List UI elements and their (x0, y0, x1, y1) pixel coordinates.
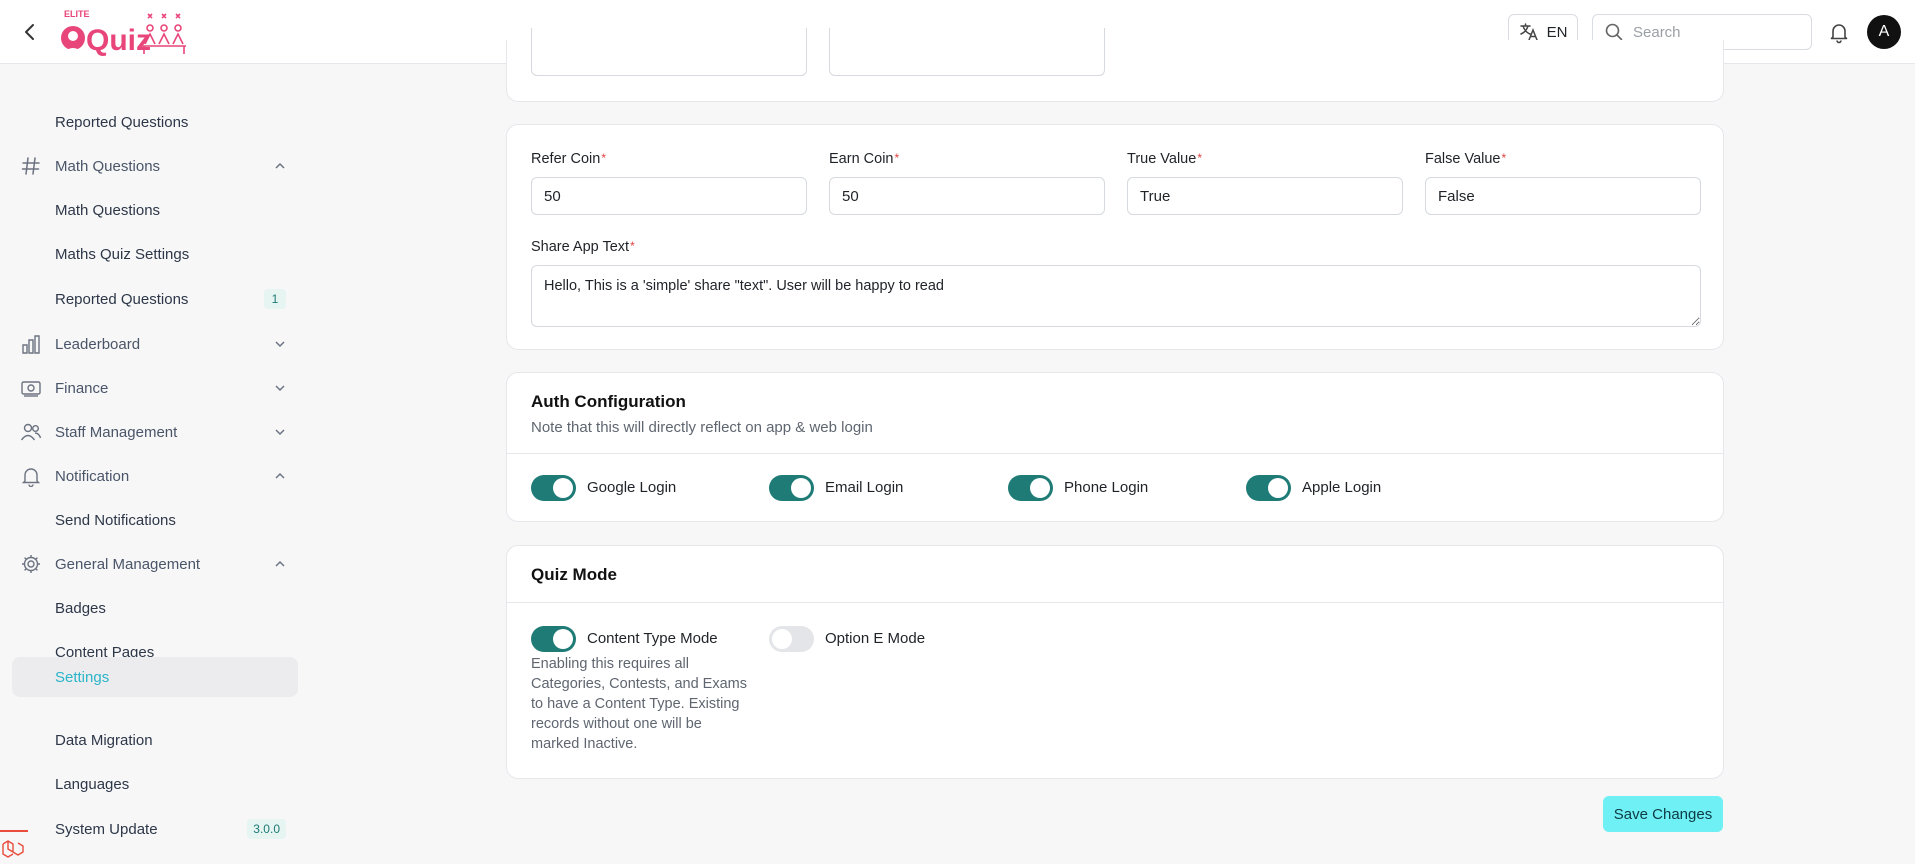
previous-settings-card (506, 28, 1724, 102)
refer-coin-input[interactable] (531, 177, 807, 215)
sidebar-item-label: Math Questions (55, 157, 161, 175)
apple-login-label: Apple Login (1302, 479, 1382, 496)
sidebar-item-label: Reported Questions (55, 290, 189, 308)
sidebar-item-label: General Management (55, 555, 201, 573)
notification-bell-icon[interactable] (1827, 20, 1851, 44)
money-icon (21, 381, 41, 397)
previous-field-1[interactable] (531, 28, 807, 76)
chevron-up-icon (275, 472, 285, 479)
translate-icon (1519, 23, 1538, 41)
user-avatar[interactable]: A (1867, 15, 1901, 49)
hash-icon (21, 157, 40, 175)
count-badge: 1 (264, 289, 286, 309)
sidebar-item-label: Finance (55, 379, 109, 397)
sidebar-item-label: Badges (55, 599, 106, 617)
sidebar-item-notification[interactable]: Notification (12, 457, 298, 495)
earn-coin-label: Earn Coin* (829, 151, 900, 167)
sidebar-item-label: System Update (55, 820, 158, 838)
content-type-mode-label: Content Type Mode (587, 630, 718, 647)
sidebar-item-system-update[interactable]: System Update 3.0.0 (12, 810, 298, 848)
sidebar-item-leaderboard[interactable]: Leaderboard (12, 325, 298, 363)
share-app-text-input[interactable]: Hello, This is a 'simple' share "text". … (531, 265, 1701, 327)
elite-quiz-logo[interactable]: ELITE Quiz (56, 6, 190, 58)
sidebar-item-math-questions[interactable]: Math Questions (12, 191, 298, 229)
false-value-label: False Value* (1425, 151, 1507, 167)
sidebar-item-label: Maths Quiz Settings (55, 245, 190, 263)
sidebar-item-send-notifications[interactable]: Send Notifications (12, 501, 298, 539)
sidebar-item-staff-management[interactable]: Staff Management (12, 413, 298, 451)
sidebar-item-reported-questions[interactable]: Reported Questions (12, 103, 298, 141)
sidebar-item-data-migration[interactable]: Data Migration (12, 721, 298, 759)
chevron-up-icon (275, 560, 285, 567)
google-login-label: Google Login (587, 479, 677, 496)
chevron-up-icon (275, 162, 285, 169)
email-login-label: Email Login (825, 479, 904, 496)
sidebar-item-label: Send Notifications (55, 511, 176, 529)
phone-login-label: Phone Login (1064, 479, 1149, 496)
true-value-input[interactable] (1127, 177, 1403, 215)
search-icon (1605, 23, 1623, 41)
previous-field-2[interactable] (829, 28, 1105, 76)
quiz-mode-title: Quiz Mode (531, 565, 617, 584)
sidebar-item-label: Data Migration (55, 731, 153, 749)
language-code: EN (1546, 23, 1568, 41)
sidebar-item-math-reported-questions[interactable]: Reported Questions 1 (12, 280, 298, 318)
sidebar-item-languages[interactable]: Languages (12, 765, 298, 803)
option-e-mode-toggle[interactable] (769, 626, 814, 652)
apple-login-toggle[interactable] (1246, 475, 1291, 501)
sidebar-item-label: Languages (55, 775, 130, 793)
phone-login-toggle[interactable] (1008, 475, 1053, 501)
section-divider (507, 602, 1723, 603)
save-changes-button[interactable]: Save Changes (1603, 796, 1723, 832)
search-input[interactable] (1633, 23, 1793, 41)
sidebar-item-finance[interactable]: Finance (12, 369, 298, 407)
false-value-input[interactable] (1425, 177, 1701, 215)
coins-settings-card: Refer Coin* Earn Coin* True Value* False… (506, 124, 1724, 350)
content-type-mode-hint: Enabling this requires all Categories, C… (531, 656, 747, 752)
laravel-logo-icon[interactable] (0, 830, 28, 864)
chevron-down-icon (275, 429, 285, 436)
logo-elite-text: ELITE (64, 9, 90, 19)
users-icon (20, 423, 42, 441)
sidebar-item-label: Settings (55, 668, 110, 686)
earn-coin-input[interactable] (829, 177, 1105, 215)
sidebar: Reported Questions Math Questions Math Q… (0, 64, 310, 864)
true-value-label: True Value* (1127, 151, 1202, 167)
back-arrow-icon[interactable] (18, 20, 42, 44)
sidebar-item-general-management[interactable]: General Management (12, 545, 298, 583)
chevron-down-icon (275, 385, 285, 392)
section-divider (507, 453, 1723, 454)
sidebar-item-maths-quiz-settings[interactable]: Maths Quiz Settings (12, 235, 298, 273)
sidebar-item-label: Math Questions (55, 201, 161, 219)
bell-icon (21, 468, 41, 487)
google-login-toggle[interactable] (531, 475, 576, 501)
option-e-mode-label: Option E Mode (825, 630, 926, 647)
gear-icon (22, 555, 40, 573)
refer-coin-label: Refer Coin* (531, 151, 606, 167)
sidebar-item-settings[interactable]: Settings (12, 657, 298, 697)
version-badge: 3.0.0 (247, 819, 286, 839)
sidebar-item-badges[interactable]: Badges (12, 589, 298, 627)
sidebar-item-label: Reported Questions (55, 113, 189, 131)
content-type-mode-toggle[interactable] (531, 626, 576, 652)
auth-configuration-card: Auth Configuration Note that this will d… (506, 372, 1724, 522)
sidebar-item-math-questions-group[interactable]: Math Questions (12, 147, 298, 185)
auth-configuration-subtitle: Note that this will directly reflect on … (531, 419, 873, 436)
sidebar-item-label: Notification (55, 467, 130, 485)
sidebar-item-label: Staff Management (55, 423, 178, 441)
quiz-mode-card: Quiz Mode Content Type Mode Enabling thi… (506, 545, 1724, 779)
auth-configuration-title: Auth Configuration (531, 392, 686, 411)
logo-quiz-text: Quiz (86, 24, 151, 57)
chart-bar-icon (22, 335, 40, 354)
email-login-toggle[interactable] (769, 475, 814, 501)
share-app-text-label: Share App Text* (531, 239, 635, 255)
sidebar-item-label: Leaderboard (55, 335, 141, 353)
chevron-down-icon (275, 341, 285, 348)
